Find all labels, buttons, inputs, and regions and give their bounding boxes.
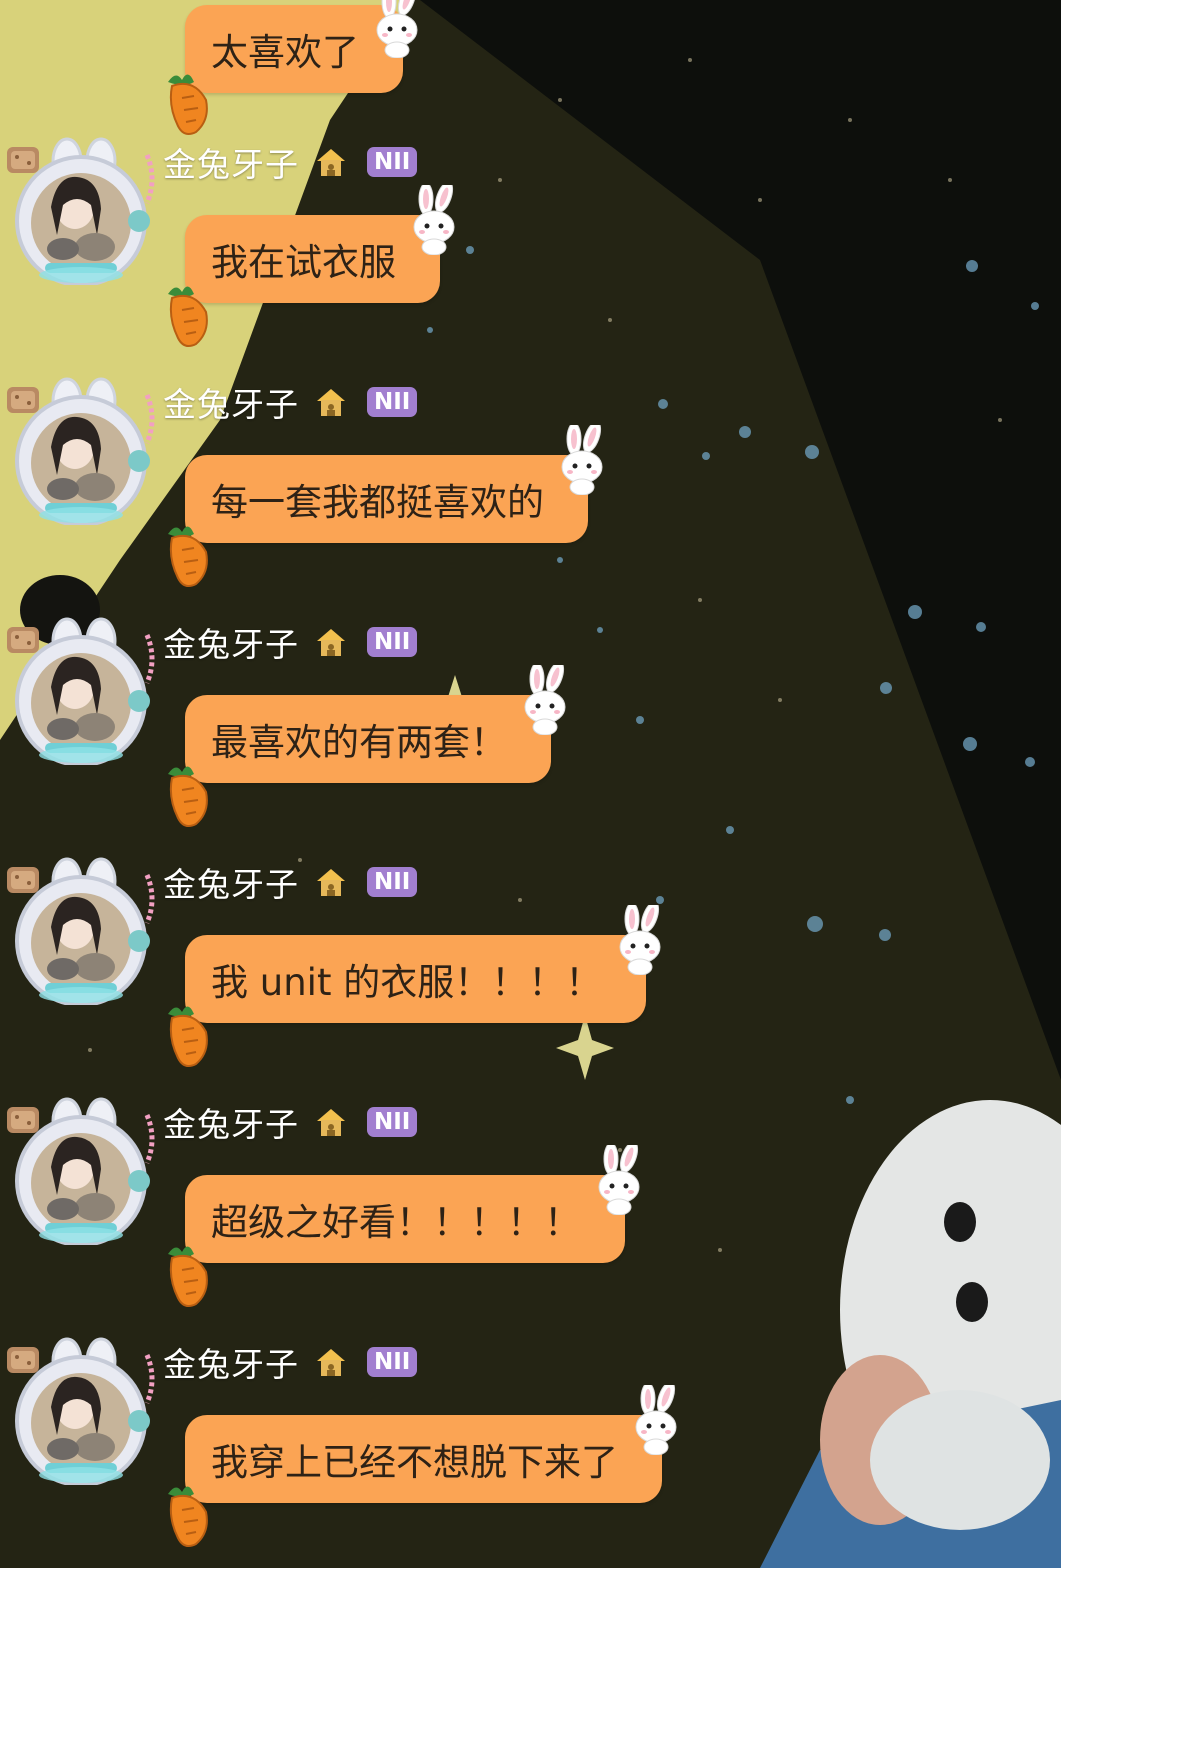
message-text: 我穿上已经不想脱下来了: [211, 1441, 618, 1484]
member-badge: NII: [367, 1347, 418, 1377]
biscuit-icon: [7, 627, 39, 653]
chat-message[interactable]: 金兔牙子 NII 超级之好看！！！！！: [0, 1080, 1061, 1320]
bunny-sticker-icon: [626, 1381, 686, 1456]
message-bubble[interactable]: 超级之好看！！！！！: [185, 1175, 625, 1263]
message-bubble[interactable]: 我 unit 的衣服！！！！: [185, 935, 647, 1023]
sender-name[interactable]: 金兔牙子: [163, 1098, 299, 1146]
biscuit-icon: [7, 1347, 39, 1373]
avatar[interactable]: [5, 615, 155, 767]
chat-message[interactable]: 金兔牙子 NII 最喜欢的有两套！: [0, 600, 1061, 840]
carrot-icon: [160, 520, 214, 590]
sender-name[interactable]: 金兔牙子: [163, 138, 299, 186]
message-text: 超级之好看！！！！！: [211, 1201, 581, 1244]
member-badge: NII: [367, 627, 418, 657]
biscuit-icon: [7, 387, 39, 413]
carrot-icon: [160, 1240, 214, 1310]
sender-row: 金兔牙子 NII: [163, 858, 418, 906]
avatar[interactable]: [5, 855, 155, 1007]
biscuit-icon: [7, 147, 39, 173]
carrot-icon: [160, 1000, 214, 1070]
message-bubble[interactable]: 每一套我都挺喜欢的: [185, 455, 588, 543]
message-text: 我在试衣服: [211, 241, 396, 284]
message-bubble[interactable]: 我在试衣服: [185, 215, 440, 303]
chat-message[interactable]: 金兔牙子 NII 每一套我都挺喜欢的: [0, 360, 1061, 600]
member-badge: NII: [367, 867, 418, 897]
member-badge: NII: [367, 1107, 418, 1137]
sender-row: 金兔牙子 NII: [163, 378, 418, 426]
sender-name[interactable]: 金兔牙子: [163, 1338, 299, 1386]
sender-row: 金兔牙子 NII: [163, 138, 418, 186]
chat-message[interactable]: 金兔牙子 NII 我穿上已经不想脱下来了: [0, 1320, 1061, 1560]
house-icon: [315, 387, 347, 417]
sender-row: 金兔牙子 NII: [163, 1098, 418, 1146]
chat-message[interactable]: 金兔牙子 NII 我 unit 的衣服！！！！: [0, 840, 1061, 1080]
house-icon: [315, 147, 347, 177]
house-icon: [315, 867, 347, 897]
bunny-sticker-icon: [367, 0, 427, 59]
bunny-sticker-icon: [404, 181, 464, 256]
carrot-icon: [160, 760, 214, 830]
bunny-sticker-icon: [589, 1141, 649, 1216]
bunny-sticker-icon: [552, 421, 612, 496]
chat-message-list[interactable]: 太喜欢了 金兔牙子 NII 我在试衣服 金兔牙子 NII 每一套我都挺喜欢的 金…: [0, 0, 1061, 1568]
avatar[interactable]: [5, 135, 155, 287]
sender-name[interactable]: 金兔牙子: [163, 378, 299, 426]
avatar[interactable]: [5, 375, 155, 527]
carrot-icon: [160, 1480, 214, 1550]
bunny-sticker-icon: [610, 901, 670, 976]
message-text: 最喜欢的有两套！: [211, 721, 507, 764]
member-badge: NII: [367, 147, 418, 177]
house-icon: [315, 1347, 347, 1377]
message-text: 每一套我都挺喜欢的: [211, 481, 544, 524]
avatar[interactable]: [5, 1335, 155, 1487]
carrot-icon: [160, 280, 214, 350]
biscuit-icon: [7, 1107, 39, 1133]
sender-row: 金兔牙子 NII: [163, 618, 418, 666]
sender-name[interactable]: 金兔牙子: [163, 618, 299, 666]
house-icon: [315, 627, 347, 657]
bunny-sticker-icon: [515, 661, 575, 736]
house-icon: [315, 1107, 347, 1137]
sender-row: 金兔牙子 NII: [163, 1338, 418, 1386]
message-text: 我 unit 的衣服！！！！: [211, 961, 603, 1004]
chat-message[interactable]: 金兔牙子 NII 我在试衣服: [0, 120, 1061, 360]
biscuit-icon: [7, 867, 39, 893]
member-badge: NII: [367, 387, 418, 417]
sender-name[interactable]: 金兔牙子: [163, 858, 299, 906]
message-bubble[interactable]: 我穿上已经不想脱下来了: [185, 1415, 662, 1503]
avatar[interactable]: [5, 1095, 155, 1247]
message-text: 太喜欢了: [211, 31, 359, 74]
message-bubble[interactable]: 最喜欢的有两套！: [185, 695, 551, 783]
